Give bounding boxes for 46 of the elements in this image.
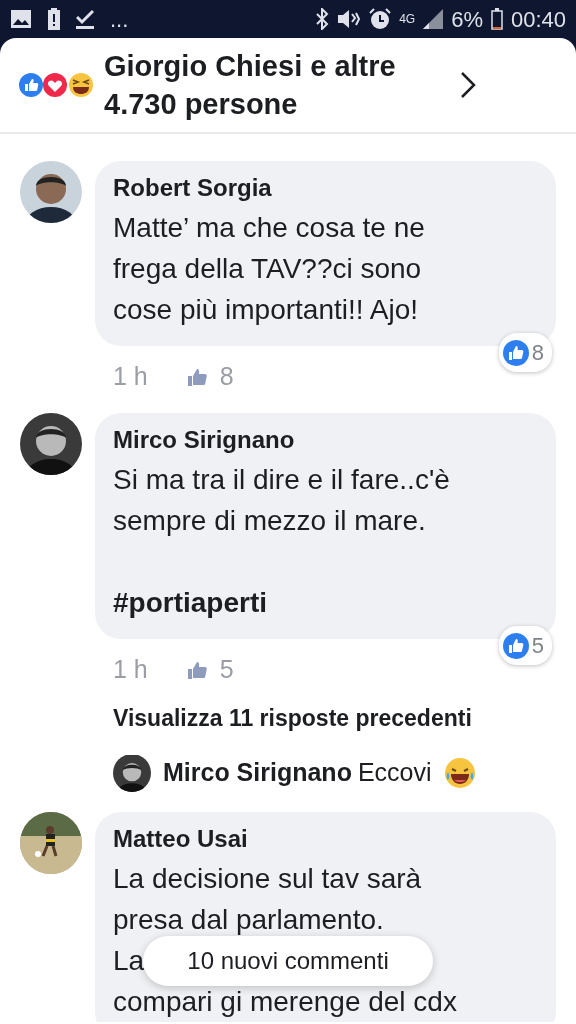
signal-icon: [423, 9, 444, 29]
comment-author[interactable]: Mirco Sirignano: [113, 425, 295, 455]
comment-time: 1 h: [113, 654, 148, 686]
reactions-title: Giorgio Chiesi e altre 4.730 persone: [104, 49, 397, 122]
laughing-emoji-icon: [443, 756, 476, 789]
comment-text: sempre di mezzo il mare.: [113, 504, 426, 538]
like-icon[interactable]: [187, 368, 208, 386]
battery-percent: 6%: [451, 5, 483, 34]
comment-text: frega della TAV??ci sono: [113, 252, 422, 286]
battery-icon: [490, 8, 503, 30]
hashtag-link[interactable]: #portiaperti: [113, 582, 268, 623]
comment-text: La: [113, 943, 145, 978]
comment-text: cose più importanti!! Ajo!: [113, 293, 419, 327]
reaction-count: 5: [531, 632, 544, 660]
reply-author[interactable]: Mirco Sirignano: [163, 753, 352, 792]
overflow-text: ...: [110, 5, 129, 34]
like-icon: [502, 632, 529, 659]
reaction-count-badge[interactable]: 8: [498, 333, 552, 372]
comment-text: La decisione sul tav sarà: [113, 861, 422, 896]
comment-time: 1 h: [113, 361, 148, 393]
new-comments-toast[interactable]: 10 nuovi commenti: [143, 936, 433, 986]
check-download-icon: [76, 9, 94, 29]
like-icon[interactable]: [187, 661, 208, 679]
reaction-count: 8: [531, 339, 544, 367]
comment-author[interactable]: Matteo Usai: [113, 823, 248, 854]
reactions-header[interactable]: Giorgio Chiesi e altre 4.730 persone: [0, 38, 576, 134]
chevron-right-icon: [460, 71, 476, 99]
view-previous-replies-link[interactable]: Visualizza 11 risposte precedenti: [113, 701, 472, 736]
reaction-count-badge[interactable]: 5: [498, 626, 552, 665]
mute-icon: [337, 8, 362, 30]
comment-text: presa dal parlamento.: [113, 902, 384, 937]
reply-text: Eccovi: [357, 756, 432, 788]
clock-time: 00:40: [510, 5, 566, 34]
like-count: 5: [219, 654, 234, 686]
reactions-icon: [18, 71, 96, 99]
battery-alert-icon: [48, 8, 60, 30]
comment-text: Matte’ ma che cosa te ne: [113, 211, 425, 245]
comment-author[interactable]: Robert Sorgia: [113, 173, 272, 203]
comment-text: Si ma tra il dire e il fare..c'è: [113, 463, 450, 497]
comment-text: compari gi merenge del cdx: [113, 984, 457, 1019]
network-label: 4G: [399, 13, 416, 25]
alarm-icon: [369, 8, 392, 30]
image-icon: [10, 9, 32, 29]
like-icon: [502, 339, 529, 366]
bluetooth-icon: [315, 8, 330, 30]
like-count: 8: [219, 361, 234, 393]
